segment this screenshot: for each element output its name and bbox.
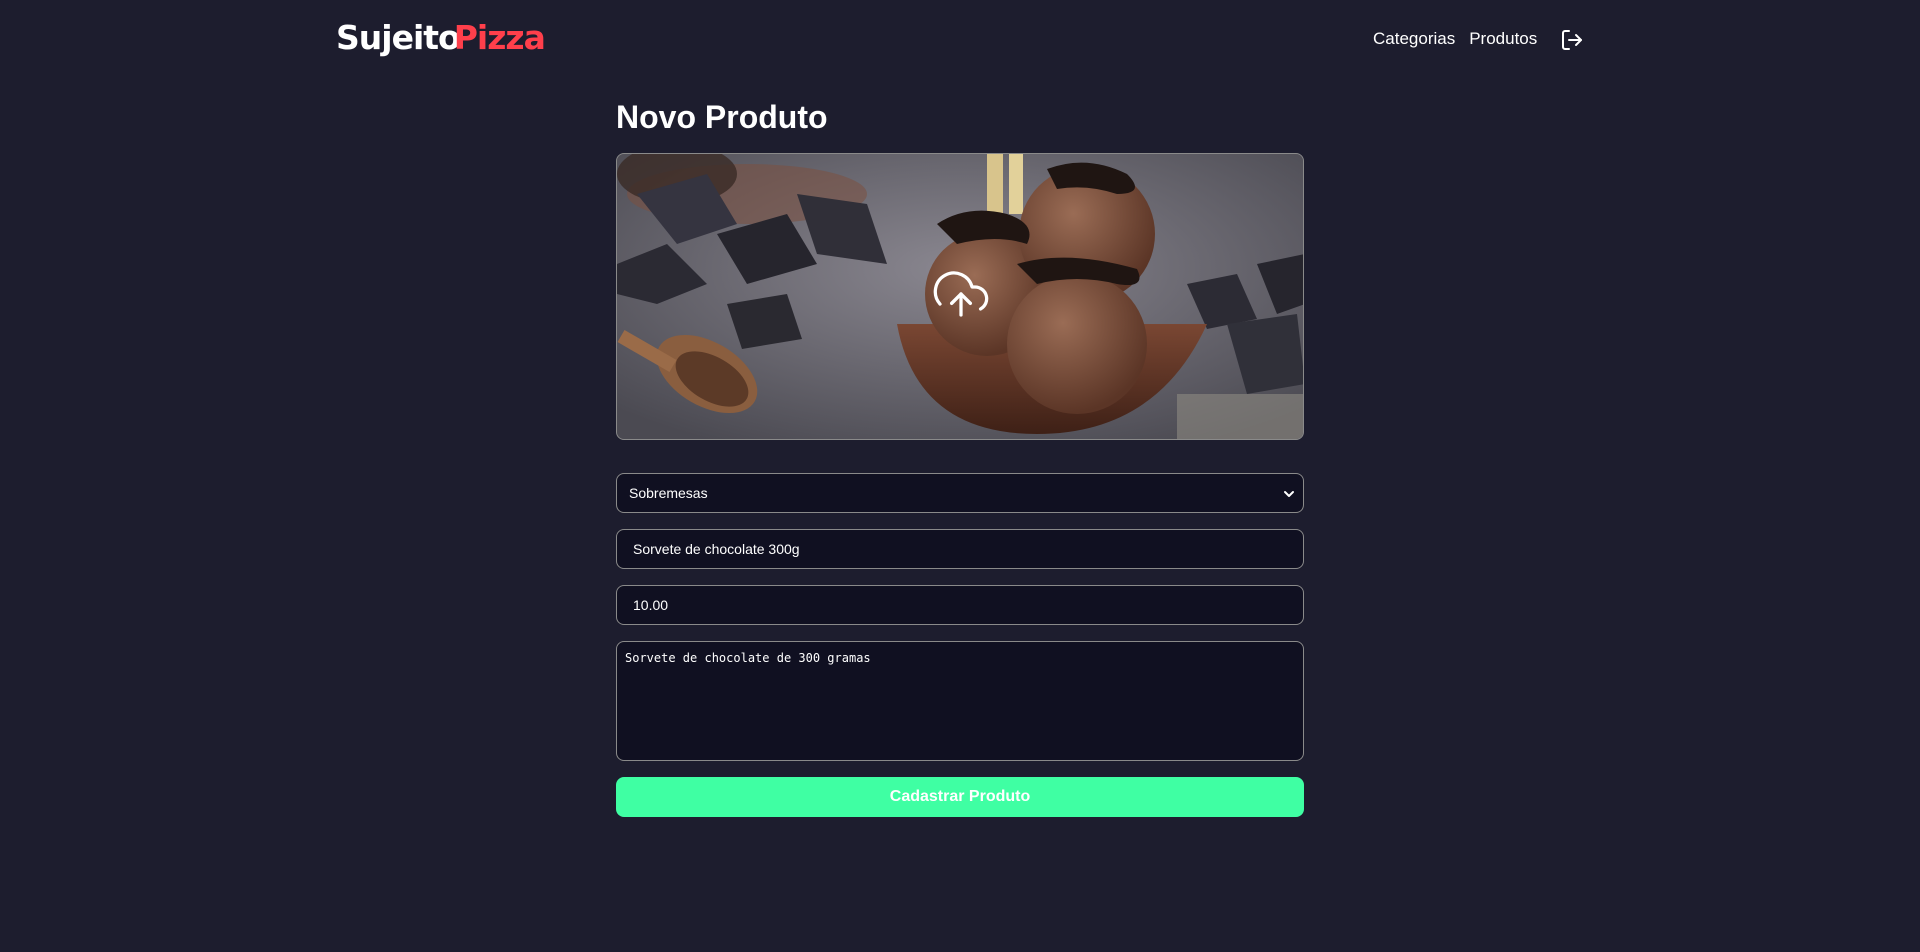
nav-link-produtos[interactable]: Produtos (1469, 27, 1537, 51)
header: SujeitoPizza Categorias Produtos (0, 0, 1920, 78)
chevron-down-icon (1284, 491, 1294, 497)
new-product-form: Novo Produto Sobremesas Sorvete de choco… (616, 96, 1304, 817)
category-select-value: Sobremesas (629, 485, 708, 501)
product-image-upload[interactable] (616, 153, 1304, 440)
logo-text-sujeito: Sujeito (336, 18, 461, 57)
nav-link-categorias[interactable]: Categorias (1373, 27, 1455, 51)
product-description-textarea[interactable]: Sorvete de chocolate de 300 gramas (616, 641, 1304, 761)
product-name-input[interactable] (616, 529, 1304, 569)
logo-text-pizza: Pizza (453, 18, 546, 57)
submit-product-button[interactable]: Cadastrar Produto (616, 777, 1304, 817)
upload-cloud-icon (933, 271, 989, 317)
logo[interactable]: SujeitoPizza (336, 18, 546, 58)
category-select[interactable]: Sobremesas (616, 473, 1304, 513)
logout-icon (1562, 30, 1582, 50)
logout-button[interactable] (1560, 28, 1584, 52)
product-price-input[interactable] (616, 585, 1304, 625)
main-nav: Categorias Produtos (1373, 27, 1537, 51)
page-title: Novo Produto (616, 99, 828, 135)
